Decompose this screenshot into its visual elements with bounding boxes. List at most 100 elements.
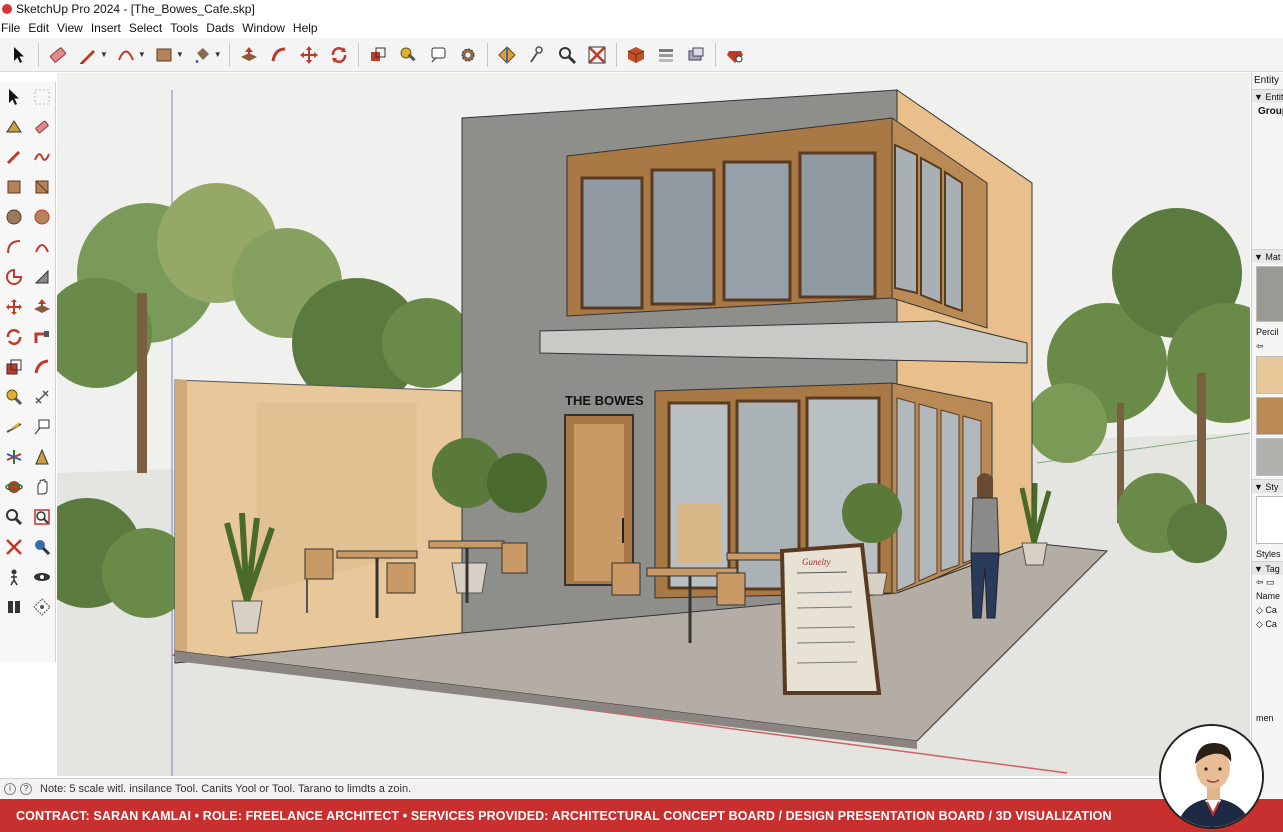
protractor-icon[interactable] [0,412,28,442]
freehand-icon[interactable] [28,142,56,172]
title-bar: SketchUp Pro 2024 - [The_Bowes_Cafe.skp] [0,0,1283,17]
section-plane-icon[interactable] [0,592,28,622]
offset-icon[interactable] [28,262,56,292]
tray-bottom-label: men [1256,713,1274,723]
look-around-icon[interactable] [28,562,56,592]
text-label-icon[interactable] [426,43,450,67]
walk-icon[interactable] [525,43,549,67]
3d-warehouse-icon[interactable] [624,43,648,67]
section-plane-icon[interactable] [495,43,519,67]
avatar [1159,724,1264,829]
settings-gear-icon[interactable] [456,43,480,67]
back-arrow-icon[interactable]: ⇦ [1252,339,1283,353]
3d-text-icon[interactable] [28,442,56,472]
component-icon[interactable] [366,43,390,67]
follow-me-icon[interactable] [267,43,291,67]
pencil-line-icon[interactable] [76,43,100,67]
rectangle-icon[interactable] [152,43,176,67]
arc-icon[interactable] [0,232,28,262]
rotated-rectangle-icon[interactable] [28,172,56,202]
move-icon[interactable] [297,43,321,67]
polygon-icon[interactable] [28,202,56,232]
tape-measure-icon[interactable] [0,382,28,412]
follow-me-icon[interactable] [28,322,56,352]
axes-icon[interactable] [0,442,28,472]
rectangle-icon[interactable] [0,172,28,202]
help-icon[interactable]: ? [20,782,32,795]
material-swatch-plaster[interactable] [1256,356,1283,394]
materials-section-label: Mat [1265,252,1281,262]
chevron-down-icon[interactable]: ▼ [138,50,146,59]
push-pull-icon[interactable] [28,292,56,322]
tags-section[interactable]: ▼ Tag [1252,561,1283,575]
menu-bar: File Edit View Insert Select Tools Dads … [0,18,1283,38]
lasso-icon[interactable] [28,82,56,112]
pie-icon[interactable] [0,262,28,292]
menu-dads[interactable]: Dads [205,21,241,35]
two-point-arc-icon[interactable] [28,232,56,262]
extension-warehouse-icon[interactable] [684,43,708,67]
status-hint-text: Note: 5 scale witl. insilance Tool. Cani… [40,782,412,795]
zoom-window-icon[interactable] [28,502,56,532]
line-icon[interactable] [0,142,28,172]
zoom-icon[interactable] [0,502,28,532]
move-icon[interactable] [0,292,28,322]
sandbox-icon[interactable] [28,592,56,622]
make-component-icon[interactable] [0,112,28,142]
material-swatch-concrete[interactable] [1256,438,1283,476]
chevron-down-icon[interactable]: ▼ [100,50,108,59]
chevron-down-icon[interactable]: ▼ [176,50,184,59]
zoom-extents-icon[interactable] [0,532,28,562]
position-camera-icon[interactable] [28,532,56,562]
model-viewport[interactable]: THE BOWES Gunelty [57,73,1250,776]
materials-section[interactable]: ▼ Mat [1252,249,1283,263]
select-arrow-icon[interactable] [0,82,28,112]
text-icon[interactable] [28,412,56,442]
material-swatch-wood[interactable] [1256,397,1283,435]
menu-file[interactable]: File [0,21,27,35]
rotate-icon[interactable] [327,43,351,67]
menu-view[interactable]: View [56,21,90,35]
chevron-down-icon[interactable]: ▼ [214,50,222,59]
layers-icon[interactable] [654,43,678,67]
cafe-model-render: THE BOWES Gunelty [57,73,1250,776]
arc-icon[interactable] [114,43,138,67]
toolbar-separator [357,42,359,67]
eraser-icon[interactable] [28,112,56,142]
push-pull-icon[interactable] [237,43,261,67]
paint-bucket-icon[interactable] [190,43,214,67]
tag-row[interactable]: ◇ Ca [1252,617,1283,631]
dimension-icon[interactable] [28,382,56,412]
entity-info-header[interactable]: Entity [1252,73,1283,89]
material-preview-swatch[interactable] [1256,266,1283,322]
style-preview-swatch[interactable] [1256,496,1283,544]
status-bar: i ? Note: 5 scale witl. insilance Tool. … [0,778,1251,798]
tag-row[interactable]: ◇ Ca [1252,603,1283,617]
tags-toolbar-icon[interactable]: ⇦ ▭ [1252,575,1283,589]
menu-window[interactable]: Window [241,21,292,35]
styles-section[interactable]: ▼ Sty [1252,479,1283,493]
rotate-icon[interactable] [0,322,28,352]
eraser-icon[interactable] [46,43,70,67]
menu-help[interactable]: Help [292,21,325,35]
circle-icon[interactable] [0,202,28,232]
walk-icon[interactable] [0,562,28,592]
select-arrow-icon[interactable] [7,43,31,67]
entity-info-section[interactable]: ▼ Entit [1252,89,1283,103]
menu-tools[interactable]: Tools [169,21,205,35]
tape-measure-icon[interactable] [396,43,420,67]
menu-edit[interactable]: Edit [27,21,56,35]
orbit-icon[interactable] [0,472,28,502]
pan-icon[interactable] [28,472,56,502]
menu-insert[interactable]: Insert [90,21,128,35]
zoom-icon[interactable] [555,43,579,67]
default-tray-panel: Entity ▼ Entit Group ▼ Mat Percil ⇦ ▼ St… [1251,73,1283,798]
scale-icon[interactable] [0,352,28,382]
zoom-extents-icon[interactable] [585,43,609,67]
styles-section-label: Sty [1265,482,1279,492]
geo-location-icon[interactable]: i [4,782,16,795]
offset-arrow-icon[interactable] [28,352,56,382]
main-toolbar: ▼ ▼ ▼ ▼ [0,38,1283,72]
menu-select[interactable]: Select [128,21,169,35]
ruby-icon[interactable] [723,43,747,67]
